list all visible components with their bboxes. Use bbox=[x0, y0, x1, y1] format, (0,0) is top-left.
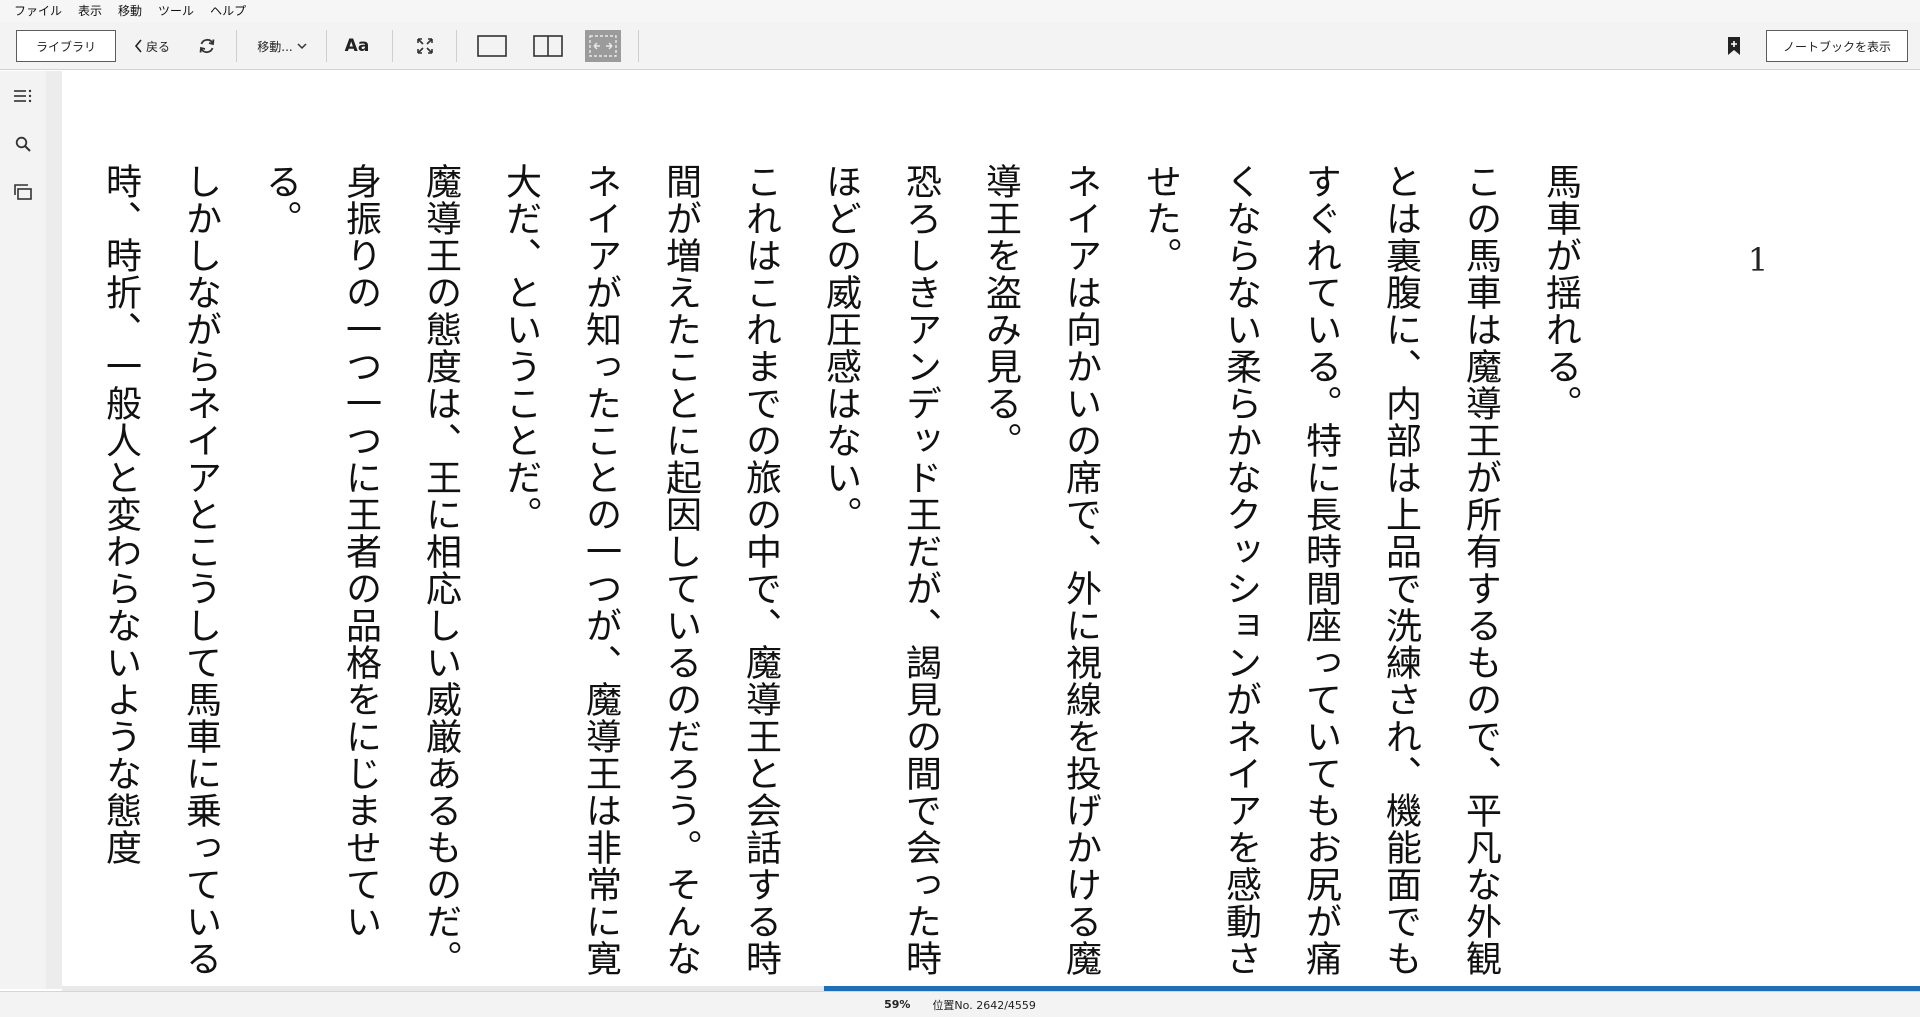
toolbar: ライブラリ 戻る 移動... Aa ノートブックを表示 bbox=[0, 22, 1920, 70]
sync-button[interactable] bbox=[194, 30, 220, 62]
toolbar-divider bbox=[326, 30, 327, 62]
book-paragraph: ネイアは向かいの席で、外に視線を投げかける魔導王を盗み見る。 bbox=[980, 163, 1101, 977]
two-page-icon bbox=[533, 35, 563, 57]
toolbar-divider bbox=[236, 30, 237, 62]
table-of-contents-icon bbox=[14, 89, 32, 103]
side-rail bbox=[0, 71, 46, 989]
side-rail-gutter bbox=[46, 71, 62, 989]
table-of-contents-button[interactable] bbox=[10, 83, 36, 109]
search-button[interactable] bbox=[10, 131, 36, 157]
status-bar: 59% 位置No. 2642/4559 bbox=[0, 991, 1920, 1017]
menu-file[interactable]: ファイル bbox=[6, 0, 70, 22]
flashcards-icon bbox=[14, 184, 32, 200]
menu-tools[interactable]: ツール bbox=[150, 0, 202, 22]
fit-width-icon bbox=[589, 35, 617, 57]
progress-percent: 59% bbox=[884, 998, 911, 1011]
book-paragraph: 恐ろしきアンデッド王だが、謁見の間で会った時ほどの威圧感はない。 bbox=[820, 163, 941, 977]
fit-width-button[interactable] bbox=[585, 30, 621, 62]
single-page-button[interactable] bbox=[474, 30, 510, 62]
show-notebook-button[interactable]: ノートブックを表示 bbox=[1766, 30, 1908, 62]
two-page-button[interactable] bbox=[530, 30, 566, 62]
show-notebook-label: ノートブックを表示 bbox=[1782, 39, 1891, 54]
search-icon bbox=[15, 136, 31, 152]
menu-bar: ファイル 表示 移動 ツール ヘルプ bbox=[0, 0, 1920, 22]
bookmark-add-icon bbox=[1728, 37, 1740, 55]
book-paragraph: この馬車は魔導王が所有するもので、平凡な外観とは裏腹に、内部は上品で洗練され、機… bbox=[1140, 163, 1501, 977]
font-settings-button[interactable]: Aa bbox=[342, 30, 372, 62]
fullscreen-button[interactable] bbox=[410, 30, 440, 62]
chevron-down-icon bbox=[297, 42, 307, 49]
book-paragraph: 馬車が揺れる。 bbox=[1540, 163, 1581, 422]
book-paragraph: これはこれまでの旅の中で、魔導王と会話する時間が増えたことに起因しているのだろう… bbox=[500, 163, 781, 977]
library-button[interactable]: ライブラリ bbox=[16, 30, 116, 62]
toolbar-divider bbox=[392, 30, 393, 62]
chapter-number: 1 bbox=[1747, 241, 1769, 279]
toolbar-divider bbox=[638, 30, 639, 62]
bookmark-button[interactable] bbox=[1722, 30, 1746, 62]
single-page-icon bbox=[477, 35, 507, 57]
menu-help[interactable]: ヘルプ bbox=[202, 0, 254, 22]
reading-page[interactable]: 1 馬車が揺れる。 この馬車は魔導王が所有するもので、平凡な外観とは裏腹に、内部… bbox=[62, 71, 1920, 986]
goto-dropdown[interactable]: 移動... bbox=[250, 30, 314, 62]
back-button-label: 戻る bbox=[145, 39, 170, 54]
toolbar-divider bbox=[456, 30, 457, 62]
menu-go[interactable]: 移動 bbox=[110, 0, 150, 22]
book-paragraph: しかしながらネイアとこうして馬車に乗っている時、時折、一般人と変わらないような態… bbox=[100, 163, 221, 977]
fullscreen-icon bbox=[417, 38, 433, 54]
chevron-left-icon bbox=[134, 39, 142, 53]
goto-dropdown-label: 移動... bbox=[257, 39, 293, 54]
font-settings-label: Aa bbox=[344, 36, 370, 56]
sync-icon bbox=[199, 38, 215, 54]
location-indicator: 位置No. 2642/4559 bbox=[932, 998, 1036, 1012]
back-button[interactable]: 戻る bbox=[128, 30, 176, 62]
flashcards-button[interactable] bbox=[10, 179, 36, 205]
menu-view[interactable]: 表示 bbox=[70, 0, 110, 22]
book-text: 馬車が揺れる。 この馬車は魔導王が所有するもので、平凡な外観とは裏腹に、内部は上… bbox=[80, 163, 1600, 986]
library-button-label: ライブラリ bbox=[35, 39, 96, 54]
book-paragraph: 魔導王の態度は、王に相応しい威厳あるものだ。身振りの一つ一つに王者の品格をにじま… bbox=[260, 163, 461, 977]
